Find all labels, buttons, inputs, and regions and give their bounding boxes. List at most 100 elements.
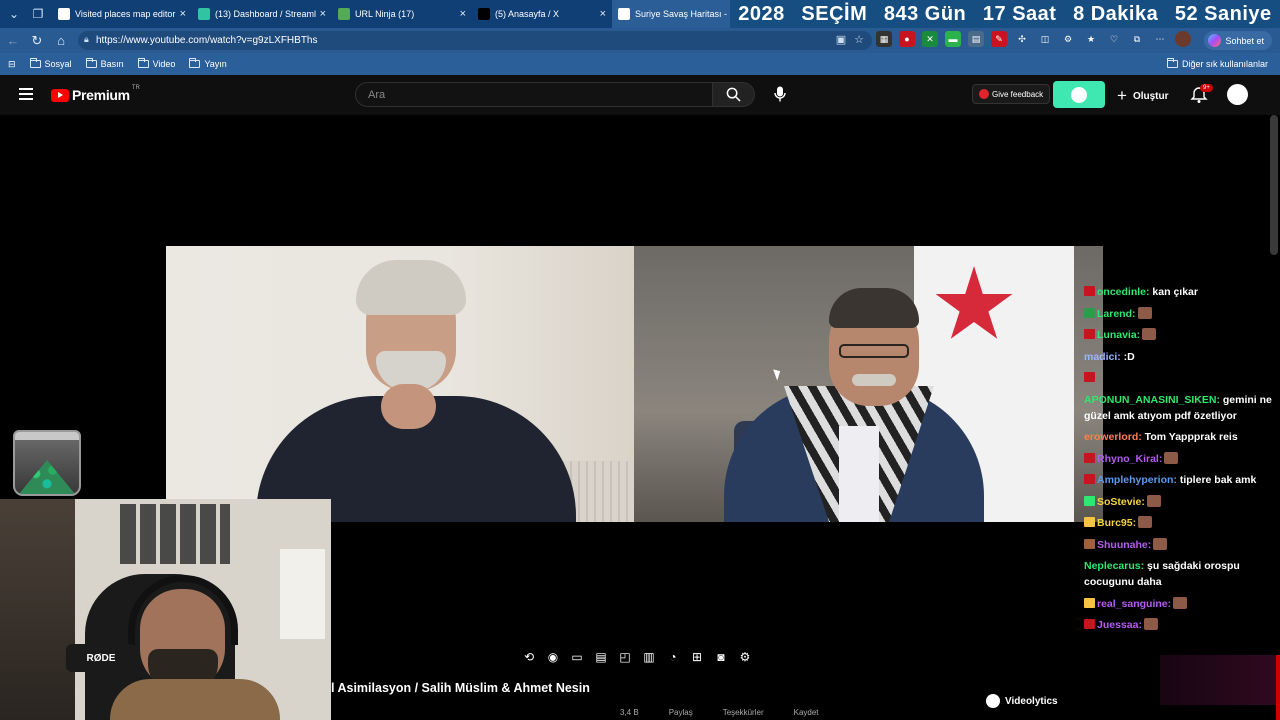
copilot-button[interactable]: Sohbet et bbox=[1204, 31, 1272, 50]
browser-tab[interactable]: (13) Dashboard / Streamlabs × bbox=[192, 0, 332, 28]
extension-icon[interactable]: ▤ bbox=[968, 31, 984, 47]
youtube-logo[interactable]: Premium TR bbox=[51, 85, 140, 103]
like-button[interactable]: 3,4 B bbox=[620, 708, 639, 717]
extension-icon[interactable]: ✎ bbox=[991, 31, 1007, 47]
chat-username[interactable]: real_sanguine: bbox=[1097, 598, 1171, 610]
chat-message: Rhyno_Kiral: bbox=[1084, 451, 1274, 467]
extension-icon[interactable]: ▬ bbox=[945, 31, 961, 47]
tab-close-icon[interactable]: × bbox=[320, 8, 326, 20]
favorites-icon[interactable]: ★ bbox=[1083, 31, 1099, 47]
folder-icon bbox=[85, 58, 97, 68]
profile-avatar[interactable] bbox=[1175, 31, 1191, 47]
search-input[interactable]: Ara bbox=[355, 82, 713, 107]
home-icon[interactable]: ⌂ bbox=[50, 30, 72, 52]
browser-tab[interactable]: URL Ninja (17) × bbox=[332, 0, 472, 28]
chat-username[interactable]: Rhyno_Kiral: bbox=[1097, 453, 1162, 465]
search-button[interactable] bbox=[713, 82, 755, 107]
chat-username[interactable]: SoStevie: bbox=[1097, 496, 1145, 508]
mic-brand-label: RØDE bbox=[86, 652, 116, 664]
star-icon[interactable]: ☆ bbox=[854, 33, 864, 46]
more-icon[interactable]: ⋯ bbox=[1152, 31, 1168, 47]
overlay-stripe bbox=[1276, 655, 1280, 720]
videolytics-button[interactable]: Videolytics bbox=[986, 694, 1058, 708]
settings-gear-icon[interactable]: ⚙ bbox=[736, 649, 754, 665]
chat-message bbox=[1084, 370, 1274, 386]
extension-toggle-button[interactable] bbox=[1053, 81, 1105, 108]
url-field[interactable]: 🔒︎ https://www.youtube.com/watch?v=g9zLX… bbox=[78, 31, 872, 50]
chat-username[interactable]: Lunavia: bbox=[1097, 329, 1140, 341]
mic-button[interactable] bbox=[770, 84, 790, 104]
stream-chat-overlay: oncedinle: kan çıkar Larend: Lunavia: madic… bbox=[1084, 284, 1274, 639]
reading-list-icon[interactable]: ⊟ bbox=[8, 59, 16, 70]
chat-message: erowerlord: Tom Yappprak reis bbox=[1084, 429, 1274, 445]
ninja-icon bbox=[338, 8, 350, 20]
tab-title: Visited places map editor bbox=[75, 9, 176, 19]
notification-badge: 9+ bbox=[1200, 84, 1213, 92]
chat-username[interactable]: Shuunahe: bbox=[1097, 539, 1151, 551]
chat-username[interactable]: erowerlord: bbox=[1084, 431, 1142, 443]
settings-icon[interactable]: ⚙ bbox=[1060, 31, 1076, 47]
chat-message: SoStevie: bbox=[1084, 494, 1274, 510]
workspaces-icon[interactable]: ❐ bbox=[28, 4, 48, 24]
reader-icon[interactable]: ▣ bbox=[836, 33, 846, 46]
subtitles-icon[interactable]: ⊞ bbox=[688, 649, 706, 665]
account-avatar[interactable] bbox=[1227, 84, 1248, 105]
theater-icon[interactable]: ▥ bbox=[640, 649, 658, 665]
extension-icon[interactable]: ● bbox=[899, 31, 915, 47]
chat-username[interactable]: APONUN_ANASINI_SIKEN: bbox=[1084, 394, 1220, 406]
folder-icon bbox=[189, 58, 201, 68]
puzzle-icon[interactable]: ✣ bbox=[1014, 31, 1030, 47]
create-button[interactable]: + Oluştur bbox=[1117, 86, 1169, 106]
gems-pile bbox=[19, 460, 75, 494]
tab-close-icon[interactable]: × bbox=[600, 8, 606, 20]
split-screen-icon[interactable]: ◫ bbox=[1037, 31, 1053, 47]
share-button[interactable]: Paylaş bbox=[669, 708, 693, 717]
extension-icon[interactable]: ▦ bbox=[876, 31, 892, 47]
browser-tab[interactable]: Visited places map editor × bbox=[52, 0, 192, 28]
copilot-icon bbox=[1208, 34, 1222, 47]
chat-username[interactable]: madici: bbox=[1084, 351, 1121, 363]
extension-icon[interactable]: ✕ bbox=[922, 31, 938, 47]
miniplayer-icon[interactable]: ◰ bbox=[616, 649, 634, 665]
tab-close-icon[interactable]: × bbox=[460, 8, 466, 20]
screenshot-icon[interactable]: ◙ bbox=[712, 649, 730, 665]
other-favorites[interactable]: Diğer sık kullanılanlar bbox=[1166, 58, 1268, 69]
collections-icon[interactable]: ⧉ bbox=[1129, 31, 1145, 47]
refresh-icon[interactable]: ↻ bbox=[26, 30, 48, 52]
search-icon bbox=[726, 87, 741, 102]
menu-icon[interactable] bbox=[19, 88, 33, 100]
bookmark-folder-sosyal[interactable]: Sosyal bbox=[29, 58, 72, 69]
page-scrollbar[interactable] bbox=[1270, 115, 1278, 255]
chat-username[interactable]: Burc95: bbox=[1097, 517, 1136, 529]
browser-tab[interactable]: (5) Anasayfa / X × bbox=[472, 0, 612, 28]
copilot-label: Sohbet et bbox=[1225, 35, 1264, 46]
chat-badge-icon bbox=[1084, 495, 1095, 506]
countdown-minutes: 8 Dakika bbox=[1073, 2, 1159, 25]
tab-list-icon[interactable]: ⌄ bbox=[4, 4, 24, 24]
speed-icon[interactable]: ◔ bbox=[664, 649, 682, 665]
cinema-icon[interactable]: ▭ bbox=[568, 649, 586, 665]
chat-username[interactable]: Larend: bbox=[1097, 308, 1136, 320]
chat-emote-icon bbox=[1142, 328, 1157, 340]
tab-close-icon[interactable]: × bbox=[180, 8, 186, 20]
chat-text: kan çıkar bbox=[1149, 286, 1198, 298]
bookmark-folder-basin[interactable]: Basın bbox=[85, 58, 124, 69]
chat-username[interactable]: oncedinle: bbox=[1097, 286, 1150, 298]
clapper-icon[interactable]: ▤ bbox=[592, 649, 610, 665]
video-actions: 3,4 B Paylaş Teşekkürler Kaydet bbox=[620, 708, 819, 717]
lock-icon: 🔒︎ bbox=[84, 34, 89, 44]
bookmark-folder-video[interactable]: Video bbox=[137, 58, 175, 69]
thanks-button[interactable]: Teşekkürler bbox=[723, 708, 764, 717]
back-icon[interactable]: ← bbox=[2, 30, 24, 52]
loop-icon[interactable]: ⟲ bbox=[520, 649, 538, 665]
bookmark-folder-yayin[interactable]: Yayın bbox=[189, 58, 227, 69]
chat-username[interactable]: Neplecarus: bbox=[1084, 560, 1144, 572]
save-button[interactable]: Kaydet bbox=[794, 708, 819, 717]
chat-emote-icon bbox=[1143, 618, 1158, 630]
heart-icon[interactable]: ♡ bbox=[1106, 31, 1122, 47]
chat-username[interactable]: Amplehyperion: bbox=[1097, 474, 1177, 486]
give-feedback-button[interactable]: Give feedback bbox=[972, 84, 1051, 104]
chat-emote-icon bbox=[1164, 451, 1179, 464]
chat-username[interactable]: Juessaa: bbox=[1097, 619, 1142, 631]
audio-icon[interactable]: ◉ bbox=[544, 649, 562, 665]
